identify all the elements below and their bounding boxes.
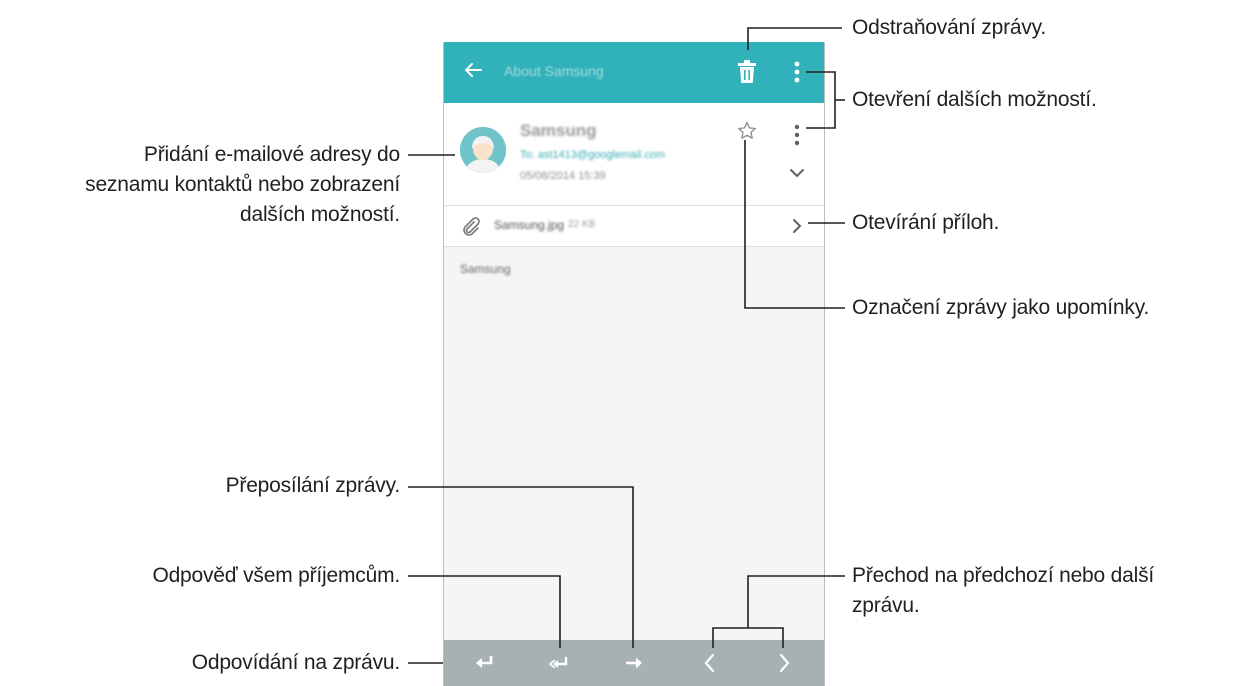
attachment-row[interactable]: Samsung.jpg 22 KB: [444, 205, 824, 247]
contact-avatar-icon[interactable]: [460, 127, 506, 173]
star-icon[interactable]: [737, 121, 757, 141]
callout-forward: Přeposílání zprávy.: [225, 474, 401, 497]
callout-reply-all: Odpověď všem příjemcům.: [152, 564, 400, 587]
reply-icon[interactable]: [472, 652, 496, 674]
forward-icon[interactable]: [622, 652, 646, 674]
recipient-address: To: ast1413@googlemail.com: [520, 149, 666, 161]
more-vertical-icon[interactable]: [792, 123, 802, 147]
message-date: 05/08/2014 15:39: [520, 170, 606, 182]
callout-more-options: Otevření dalších možností.: [852, 88, 1097, 111]
message-header: Samsung To: ast1413@googlemail.com 05/08…: [444, 103, 824, 205]
bottom-action-bar: [444, 640, 824, 686]
chevron-right-icon[interactable]: [772, 652, 796, 674]
attachment-size: 22 KB: [568, 219, 596, 230]
callout-prev-next-2: zprávu.: [852, 594, 920, 617]
callout-add-contact-2: seznamu kontaktů nebo zobrazení: [85, 173, 400, 196]
callout-prev-next-1: Přechod na předchozí nebo další: [852, 564, 1155, 587]
callout-delete: Odstraňování zprávy.: [852, 16, 1047, 39]
callout-open-attachments: Otevírání příloh.: [852, 211, 1000, 234]
callout-mark-reminder: Označení zprávy jako upomínky.: [852, 296, 1150, 319]
attachment-name: Samsung.jpg: [494, 218, 565, 232]
chevron-left-icon[interactable]: [698, 652, 722, 674]
trash-icon[interactable]: [736, 60, 758, 84]
back-arrow-icon[interactable]: [461, 58, 485, 82]
chevron-down-icon[interactable]: [788, 166, 806, 180]
more-vertical-icon[interactable]: [792, 60, 802, 84]
paperclip-icon: [463, 217, 480, 236]
callout-add-contact-1: Přidání e-mailové adresy do: [143, 143, 400, 166]
reply-all-icon[interactable]: [547, 652, 571, 674]
app-bar: About Samsung: [444, 42, 824, 103]
chevron-right-icon[interactable]: [792, 218, 802, 234]
callout-reply: Odpovídání na zprávu.: [191, 651, 400, 674]
message-body: Samsung: [460, 262, 511, 276]
email-screen: About Samsung Samsung To: ast1413@google…: [443, 42, 825, 686]
callout-add-contact-3: dalších možností.: [239, 203, 400, 226]
sender-name: Samsung: [520, 121, 597, 140]
app-title: About Samsung: [504, 63, 604, 79]
